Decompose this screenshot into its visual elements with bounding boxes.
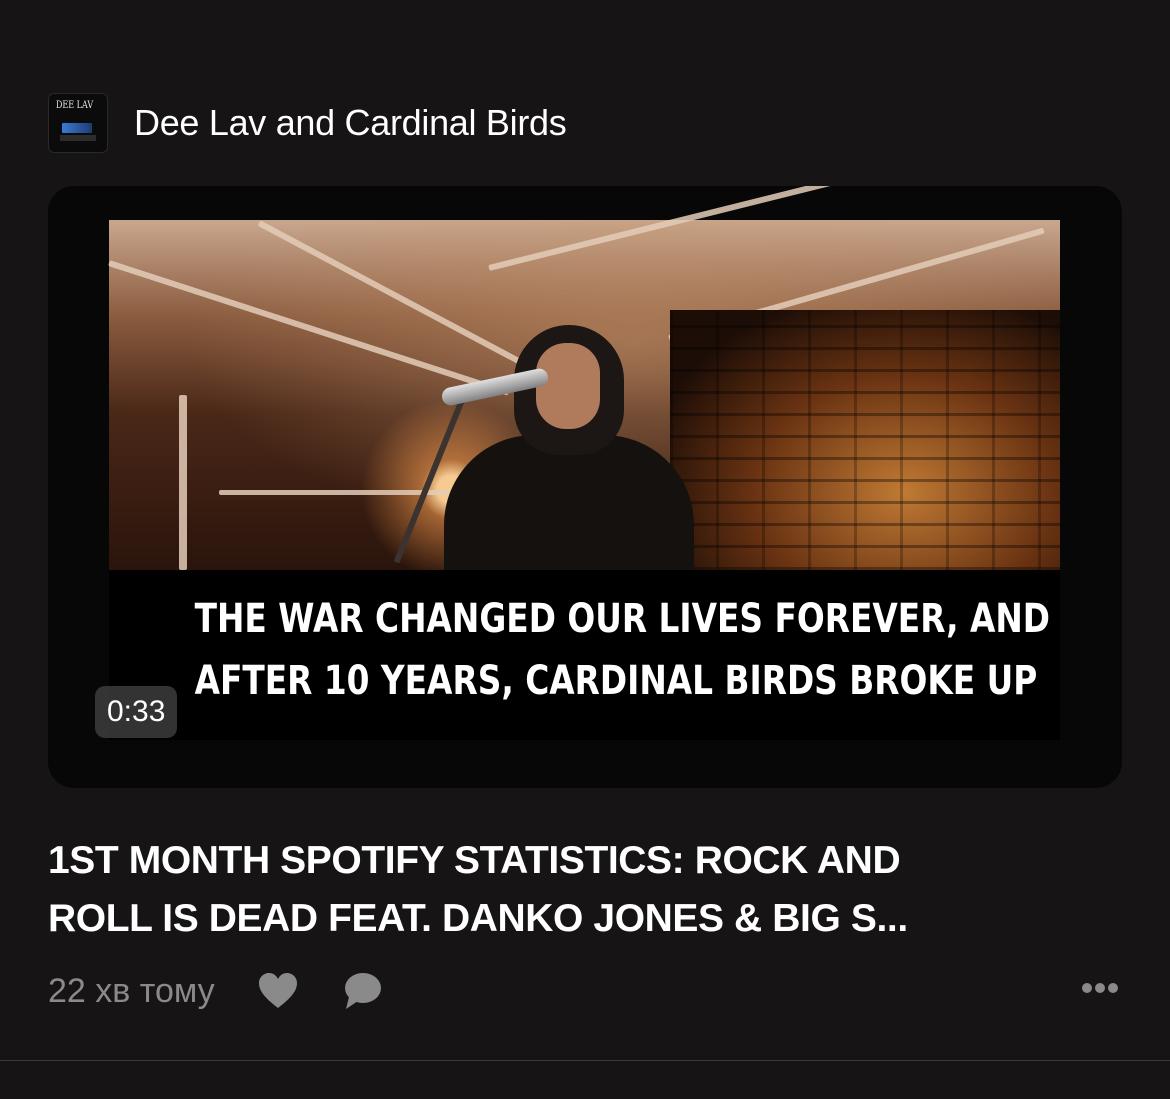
comment-bubble-icon[interactable] bbox=[341, 971, 383, 1011]
post-timestamp: 22 хв тому bbox=[48, 971, 215, 1010]
post-meta-row: 22 хв тому bbox=[48, 968, 383, 1014]
post-title-line: 1ST MONTH SPOTIFY STATISTICS: ROCK AND bbox=[48, 839, 901, 882]
post-title-line: ROLL IS DEAD FEAT. DANKO JONES & BIG S..… bbox=[48, 897, 908, 940]
video-post: DEE LAV Dee Lav and Cardinal Birds THE W… bbox=[0, 0, 1170, 1099]
heart-icon[interactable] bbox=[257, 971, 299, 1011]
avatar-logo-text: DEE LAV bbox=[56, 100, 94, 111]
more-dots-icon[interactable] bbox=[1080, 976, 1120, 1000]
post-title[interactable]: 1ST MONTH SPOTIFY STATISTICS: ROCK AND R… bbox=[48, 832, 1128, 948]
video-thumbnail[interactable]: THE WAR CHANGED OUR LIVES FOREVER, AND A… bbox=[48, 186, 1122, 788]
duration-badge: 0:33 bbox=[95, 686, 178, 738]
caption-line: THE WAR CHANGED OUR LIVES FOREVER, AND bbox=[194, 596, 1051, 642]
channel-name[interactable]: Dee Lav and Cardinal Birds bbox=[134, 102, 567, 144]
channel-avatar[interactable]: DEE LAV bbox=[48, 93, 108, 153]
avatar-logo-graphic bbox=[62, 123, 92, 133]
channel-header[interactable]: DEE LAV Dee Lav and Cardinal Birds bbox=[48, 93, 567, 153]
avatar-logo-band bbox=[60, 135, 96, 141]
video-caption: THE WAR CHANGED OUR LIVES FOREVER, AND A… bbox=[109, 570, 1060, 740]
caption-line: AFTER 10 YEARS, CARDINAL BIRDS BROKE UP bbox=[194, 658, 1038, 704]
video-frame-image bbox=[108, 186, 1060, 575]
post-divider bbox=[0, 1060, 1170, 1061]
